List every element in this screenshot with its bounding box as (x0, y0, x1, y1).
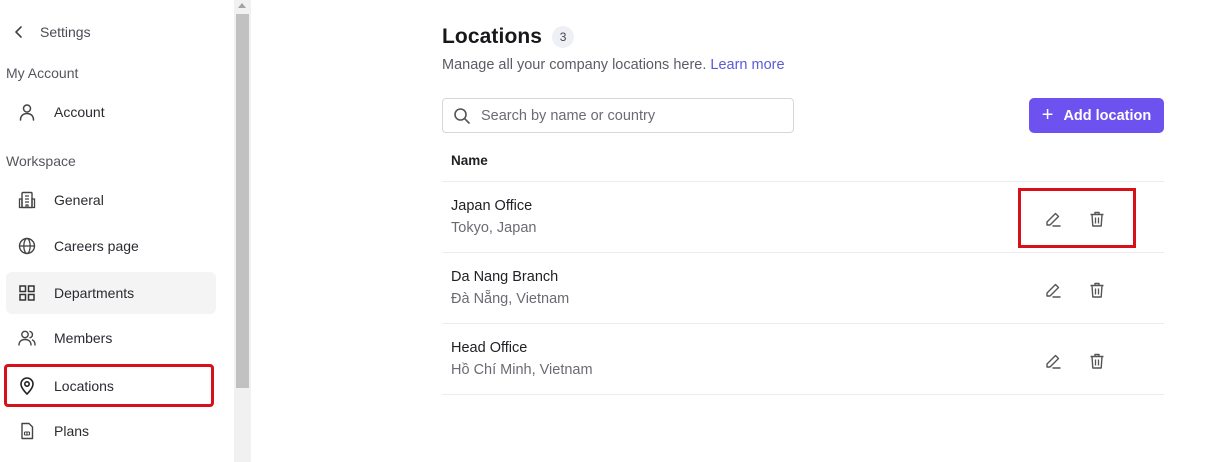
section-workspace: Workspace (6, 153, 76, 169)
plus-icon: + (1041, 103, 1054, 126)
search-icon (443, 99, 481, 132)
title-row: Locations 3 (442, 25, 575, 49)
location-place: Đà Nẵng, Vietnam (451, 291, 570, 307)
delete-button[interactable] (1082, 346, 1112, 376)
edit-button[interactable] (1038, 346, 1068, 376)
users-icon (6, 317, 48, 359)
delete-button[interactable] (1082, 204, 1112, 234)
row-actions (1038, 275, 1112, 305)
pencil-icon (1046, 283, 1061, 298)
sidebar-item-careers-page[interactable]: Careers page (6, 225, 216, 267)
back-to-settings[interactable]: Settings (6, 20, 91, 44)
globe-icon (6, 225, 48, 267)
trash-icon (1090, 282, 1104, 298)
chevron-left-icon (6, 20, 32, 44)
location-place: Hồ Chí Minh, Vietnam (451, 362, 593, 378)
search-field[interactable] (442, 98, 794, 133)
sidebar-item-label: Departments (54, 285, 135, 301)
row-actions (1038, 346, 1112, 376)
sidebar-item-label: Locations (54, 377, 114, 394)
sidebar-scrollbar[interactable] (234, 0, 251, 462)
table-row: Head Office Hồ Chí Minh, Vietnam (442, 324, 1164, 395)
search-input[interactable] (481, 107, 781, 124)
back-label: Settings (40, 24, 91, 40)
building-icon (6, 179, 48, 221)
scroll-up-arrow-icon[interactable] (238, 3, 246, 8)
page-subtitle: Manage all your company locations here. … (442, 57, 785, 73)
edit-button[interactable] (1038, 275, 1068, 305)
count-badge: 3 (552, 26, 575, 48)
locations-table: Name Japan Office Tokyo, Japan Da Nang B… (442, 140, 1164, 395)
edit-button[interactable] (1038, 204, 1068, 234)
sidebar-item-label: Plans (54, 423, 90, 439)
sidebar-item-label: Account (54, 104, 105, 120)
section-my-account: My Account (6, 65, 79, 81)
sidebar-item-account[interactable]: Account (6, 91, 216, 133)
grid-icon (6, 272, 48, 314)
sidebar-item-departments[interactable]: Departments (6, 272, 216, 314)
column-header-name: Name (442, 140, 1164, 182)
locations-panel: Locations 3 Manage all your company loca… (252, 0, 1219, 462)
location-name: Head Office (451, 340, 528, 356)
add-location-button[interactable]: + Add location (1029, 98, 1164, 133)
sidebar-item-label: Members (54, 330, 113, 346)
add-location-label: Add location (1063, 107, 1152, 124)
subtitle-text: Manage all your company locations here. (442, 57, 707, 73)
sidebar-item-members[interactable]: Members (6, 317, 216, 359)
trash-icon (1090, 353, 1104, 369)
document-icon (6, 410, 48, 452)
location-name: Japan Office (451, 198, 533, 214)
learn-more-link[interactable]: Learn more (710, 57, 784, 73)
map-pin-icon (6, 366, 48, 405)
pencil-icon (1046, 354, 1061, 369)
sidebar-item-plans[interactable]: Plans (6, 410, 216, 452)
trash-icon (1090, 211, 1104, 227)
sidebar-item-locations[interactable]: Locations (4, 364, 214, 407)
user-icon (6, 91, 48, 133)
page-title: Locations (442, 25, 543, 48)
row-actions (1038, 204, 1112, 234)
settings-sidebar: Settings My Account Account Workspace Ge… (0, 0, 234, 462)
location-name: Da Nang Branch (451, 269, 559, 285)
table-row: Da Nang Branch Đà Nẵng, Vietnam (442, 253, 1164, 324)
sidebar-item-general[interactable]: General (6, 179, 216, 221)
scrollbar-thumb[interactable] (236, 14, 249, 388)
sidebar-item-label: General (54, 192, 104, 208)
sidebar-item-label: Careers page (54, 238, 139, 254)
pencil-icon (1046, 212, 1061, 227)
table-row: Japan Office Tokyo, Japan (442, 182, 1164, 253)
delete-button[interactable] (1082, 275, 1112, 305)
location-place: Tokyo, Japan (451, 220, 537, 236)
